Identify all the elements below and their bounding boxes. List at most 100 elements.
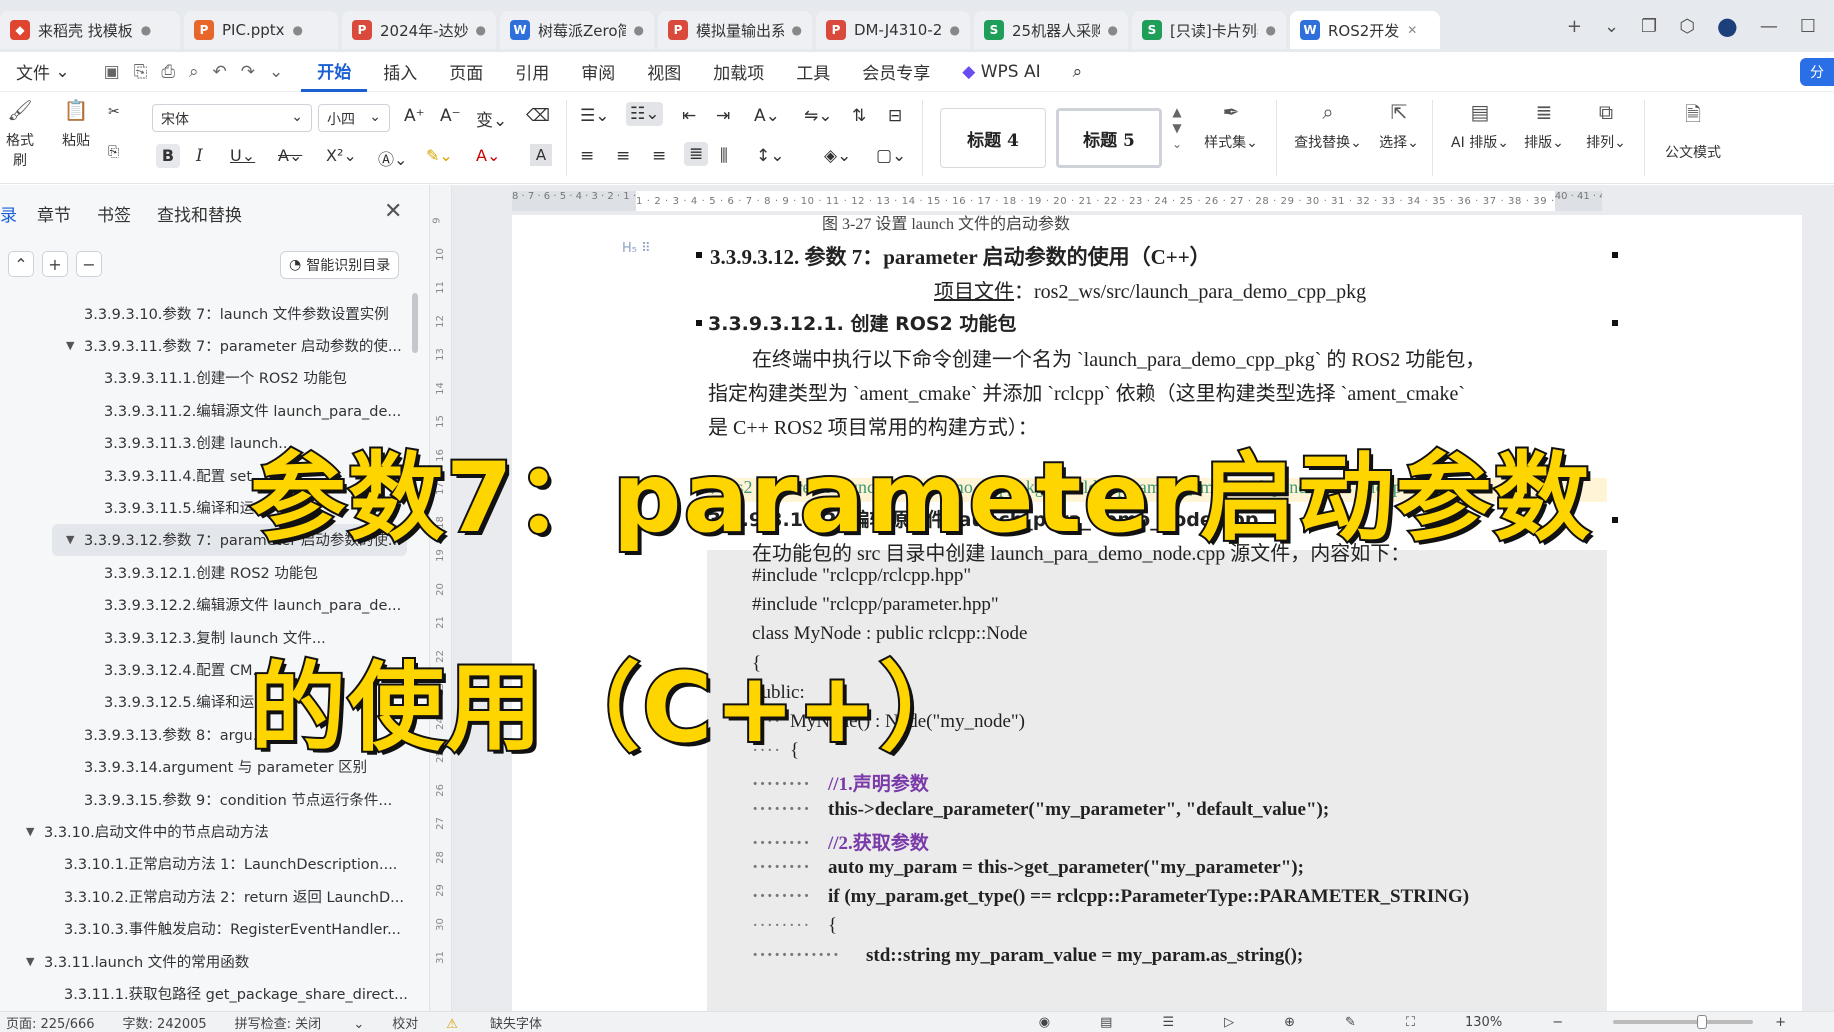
toc-item[interactable]: 3.3.9.3.10.参数 7：launch 文件参数设置实例 (0, 297, 410, 329)
toc-item[interactable]: 3.3.11.1.获取包路径 get_package_share_direct.… (0, 977, 410, 1009)
menu-item-4[interactable]: 审阅 (565, 52, 631, 92)
text-direction-button[interactable]: ⇋⌄ (804, 106, 833, 126)
sort-button[interactable]: ⇅ (852, 106, 866, 126)
find-replace-button[interactable]: ⌕ 查找替换⌄ (1286, 100, 1370, 152)
zoom-level[interactable]: 130% (1465, 1015, 1502, 1030)
align-left-button[interactable]: ≡ (580, 146, 594, 166)
spell-check-toggle[interactable]: 拼写检查: 关闭 ⌄ (235, 1013, 365, 1032)
show-marks-button[interactable]: ⊟ (888, 106, 902, 126)
select-button[interactable]: ⇱ 选择⌄ (1374, 100, 1424, 152)
proofread-button[interactable]: 校对 (392, 1013, 418, 1032)
close-icon[interactable]: ● (293, 23, 303, 37)
tab-6[interactable]: S 25机器人采购 ● (974, 11, 1128, 49)
outline-view-icon[interactable]: ☰ (1162, 1015, 1174, 1030)
wps-ai-menu[interactable]: ◆ WPS AI (946, 52, 1056, 92)
underline-button[interactable]: U⌄ (230, 146, 255, 165)
menu-item-5[interactable]: 视图 (631, 52, 697, 92)
menu-item-7[interactable]: 工具 (780, 52, 846, 92)
toc-item[interactable]: 3.3.9.3.12.1.创建 ROS2 功能包 (0, 556, 410, 588)
zoom-slider[interactable] (1613, 1015, 1754, 1029)
text-effect-button[interactable]: Ⓐ⌄ (378, 146, 407, 170)
close-icon[interactable]: ✕ (384, 199, 402, 224)
tab-4[interactable]: P 模拟量输出系列 ● (658, 11, 812, 49)
menu-item-2[interactable]: 页面 (433, 52, 499, 92)
style-heading5[interactable]: 标题 5 (1056, 108, 1162, 168)
nav-tab-chapters[interactable]: 章节 (37, 201, 71, 226)
decrease-font-icon[interactable]: A⁻ (440, 106, 461, 126)
share-button[interactable]: 分 (1800, 57, 1834, 86)
italic-button[interactable]: I (196, 146, 203, 166)
arrange-button[interactable]: ⧉ 排列⌄ (1582, 100, 1630, 152)
undo-icon[interactable]: ↶ (212, 62, 226, 82)
new-tab-icon[interactable]: + (1567, 16, 1582, 37)
nav-tab-find-replace[interactable]: 查找和替换 (157, 201, 242, 226)
toc-item[interactable]: 3.3.9.3.12.2.编辑源文件 launch_para_de... (0, 589, 410, 621)
smart-toc-button[interactable]: ◔ 智能识别目录 (280, 251, 400, 279)
distributed-button[interactable]: ⫼ (720, 146, 728, 166)
toc-item[interactable]: ▼ 3.3.11.launch 文件的常用函数 (0, 945, 410, 977)
style-set-button[interactable]: ✒ 样式集⌄ (1196, 100, 1266, 152)
zoom-in-icon[interactable]: + (1775, 1015, 1786, 1030)
strikethrough-button[interactable]: A⌄ (278, 146, 302, 165)
chevron-up-icon[interactable]: ⌃ (8, 251, 34, 277)
fit-icon[interactable]: ⛶ (1406, 1015, 1415, 1030)
missing-font-indicator[interactable]: ⚠ 缺失字体 (446, 1013, 570, 1032)
menu-item-3[interactable]: 引用 (499, 52, 565, 92)
print-icon[interactable]: ⎙ (161, 62, 175, 82)
tab-7[interactable]: S [只读]卡片列表2 ● (1132, 11, 1286, 49)
layout-button[interactable]: ≣ 排版⌄ (1520, 100, 1568, 152)
minimize-icon[interactable]: — (1760, 16, 1778, 37)
web-view-icon[interactable]: ⊕ (1284, 1015, 1295, 1030)
chevron-down-icon[interactable]: ▼ (66, 339, 74, 352)
copy-icon[interactable]: ⎘ (108, 144, 119, 160)
tab-3[interactable]: W 树莓派Zero简介 ● (500, 11, 654, 49)
shading-button[interactable]: ◈⌄ (824, 146, 851, 166)
char-shading-button[interactable]: A (530, 144, 552, 166)
numbered-list-button[interactable]: ☷⌄ (626, 102, 664, 126)
restore-icon[interactable]: ❐ (1641, 16, 1657, 37)
close-icon[interactable]: ● (141, 23, 151, 37)
close-icon[interactable]: ● (950, 23, 960, 37)
bullet-list-button[interactable]: ☰⌄ (580, 106, 609, 126)
align-center-button[interactable]: ≡ (616, 146, 630, 166)
close-icon[interactable]: ● (1266, 23, 1276, 37)
document-page[interactable]: 图 3-27 设置 launch 文件的启动参数 H₅ ⠿ 3.3.9.3.12… (512, 215, 1802, 1011)
nav-scrollbar[interactable] (412, 293, 418, 353)
chinese-layout-button[interactable]: A⌄ (754, 106, 780, 126)
zoom-slider-handle[interactable] (1697, 1015, 1708, 1029)
clear-format-icon[interactable]: ⌫ (526, 106, 550, 126)
tab-8[interactable]: W ROS2开发 ✕ (1290, 11, 1440, 49)
paste-button[interactable]: 📋 粘贴 (52, 98, 100, 150)
cut-icon[interactable]: ✂ (108, 104, 120, 120)
save-icon[interactable]: ▣ (104, 62, 120, 82)
line-spacing-button[interactable]: ↕⌄ (756, 146, 785, 166)
border-button[interactable]: ▢⌄ (876, 146, 906, 166)
font-name-select[interactable]: 宋体 ⌄ (152, 104, 312, 132)
add-heading-icon[interactable]: + (42, 251, 68, 277)
toc-item[interactable]: 3.3.10.2.正常启动方法 2：return 返回 LaunchD... (0, 880, 410, 912)
toc-item[interactable]: 3.3.10.3.事件触发启动：RegisterEventHandler... (0, 912, 410, 944)
tab-2[interactable]: P 2024年-达妙科技 ● (342, 11, 496, 49)
chevron-down-icon[interactable]: ▼ (26, 825, 34, 838)
eye-icon[interactable]: ◉ (1039, 1015, 1050, 1030)
nav-tab-bookmarks[interactable]: 书签 (97, 201, 131, 226)
bold-button[interactable]: B (156, 144, 180, 168)
chevron-down-icon[interactable]: ▼ (66, 533, 74, 546)
increase-indent-button[interactable]: ⇥ (716, 106, 730, 126)
align-right-button[interactable]: ≡ (652, 146, 666, 166)
tab-1[interactable]: P PIC.pptx ● (184, 11, 338, 49)
heading-marker-icon[interactable]: H₅ ⠿ (622, 241, 651, 256)
maximize-icon[interactable]: ☐ (1800, 16, 1816, 37)
justify-button[interactable]: ≣ (684, 142, 709, 166)
style-heading4[interactable]: 标题 4 (940, 108, 1046, 168)
menu-item-8[interactable]: 会员专享 (846, 52, 946, 92)
phonetic-guide-icon[interactable]: 变⌄ (476, 106, 507, 131)
play-icon[interactable]: ▷ (1224, 1015, 1234, 1030)
nav-tab-toc[interactable]: 录 (0, 201, 17, 226)
close-icon[interactable]: ● (1108, 23, 1118, 37)
increase-font-icon[interactable]: A⁺ (404, 106, 425, 126)
tab-0[interactable]: ◆ 来稻壳 找模板 ● (0, 11, 180, 49)
avatar[interactable]: ● (1717, 12, 1738, 40)
remove-heading-icon[interactable]: − (76, 251, 102, 277)
format-painter-button[interactable]: 🖌 格式刷 (0, 98, 40, 170)
